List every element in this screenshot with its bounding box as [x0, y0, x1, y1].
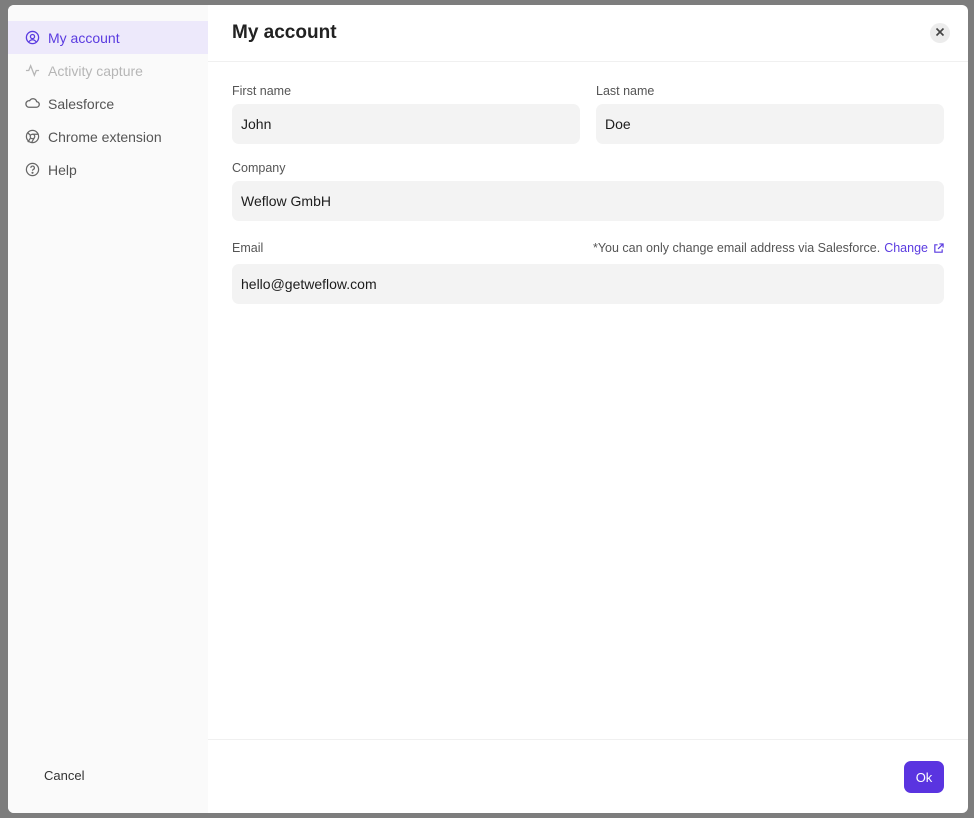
company-label: Company [232, 161, 286, 175]
external-link-icon [933, 242, 944, 254]
activity-icon [24, 63, 40, 79]
first-name-field-group: First name [232, 83, 580, 144]
cancel-button[interactable]: Cancel [44, 768, 84, 783]
sidebar-item-label: Help [48, 161, 77, 178]
help-circle-icon [24, 162, 40, 178]
settings-modal: My account Activity capture Salesforce C… [8, 5, 968, 813]
first-name-input[interactable] [232, 104, 580, 144]
email-change-note: *You can only change email address via S… [593, 241, 944, 255]
email-field-group: Email *You can only change email address… [232, 240, 944, 304]
sidebar-item-my-account[interactable]: My account [8, 21, 208, 54]
last-name-field-group: Last name [596, 83, 944, 144]
company-field-group: Company [232, 160, 944, 221]
sidebar-item-label: My account [48, 29, 120, 46]
last-name-label: Last name [596, 84, 655, 98]
user-circle-icon [24, 30, 40, 46]
last-name-input[interactable] [596, 104, 944, 144]
modal-header: My account [208, 5, 968, 62]
sidebar-item-activity-capture[interactable]: Activity capture [8, 54, 208, 87]
chrome-icon [24, 129, 40, 145]
settings-sidebar: My account Activity capture Salesforce C… [8, 5, 208, 813]
modal-footer: Ok [208, 739, 968, 813]
first-name-label: First name [232, 84, 292, 98]
sidebar-item-label: Salesforce [48, 95, 115, 112]
account-form: First name Last name Company [232, 83, 944, 304]
sidebar-item-label: Activity capture [48, 62, 143, 79]
page-title: My account [232, 22, 337, 43]
main-panel: My account First name Last name [208, 5, 968, 813]
sidebar-item-salesforce[interactable]: Salesforce [8, 87, 208, 120]
cloud-icon [24, 96, 40, 112]
close-icon [935, 24, 945, 42]
change-email-link[interactable]: Change [884, 241, 944, 255]
email-input[interactable] [232, 264, 944, 304]
close-button[interactable] [930, 23, 950, 43]
change-link-label: Change [884, 241, 928, 255]
sidebar-item-chrome-extension[interactable]: Chrome extension [8, 120, 208, 153]
company-input[interactable] [232, 181, 944, 221]
sidebar-item-help[interactable]: Help [8, 153, 208, 186]
email-label: Email [232, 241, 264, 255]
email-note-text: *You can only change email address via S… [592, 241, 881, 255]
ok-button[interactable]: Ok [904, 761, 944, 793]
sidebar-item-label: Chrome extension [48, 128, 162, 145]
